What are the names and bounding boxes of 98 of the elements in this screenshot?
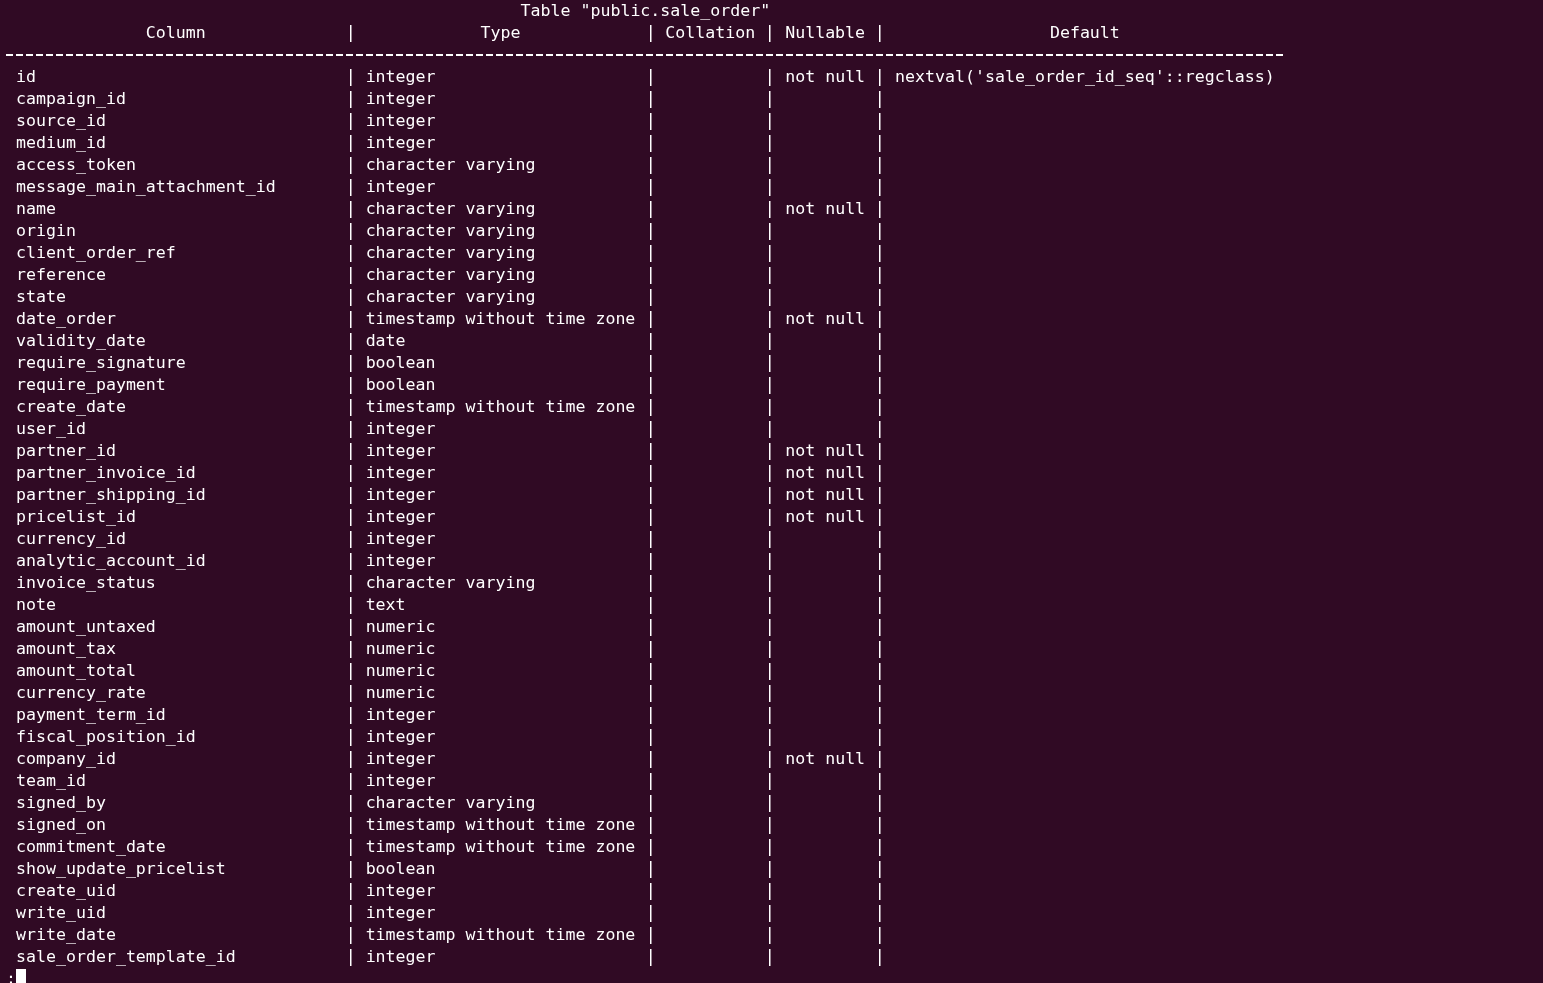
column-name: invoice_status [16,573,156,592]
data-type: timestamp without time zone [365,837,636,856]
column-name: write_date [16,925,116,944]
data-type: timestamp without time zone [365,815,636,834]
data-type: integer [365,529,436,548]
data-type: integer [365,903,436,922]
data-type: integer [365,705,436,724]
column-name: campaign_id [16,89,126,108]
data-type: integer [365,551,436,570]
data-type: timestamp without time zone [365,309,636,328]
column-name: note [16,595,56,614]
column-header: Type [480,23,521,42]
column-name: sale_order_template_id [16,947,236,966]
data-type: numeric [365,683,436,702]
data-type: date [365,331,406,350]
data-type: numeric [365,639,436,658]
data-type: boolean [365,353,436,372]
data-type: integer [365,111,436,130]
column-name: source_id [16,111,106,130]
column-name: date_order [16,309,116,328]
nullable-value: not null [785,441,866,460]
column-name: create_uid [16,881,116,900]
column-name: user_id [16,419,86,438]
data-type: integer [365,463,436,482]
data-type: numeric [365,617,436,636]
column-name: require_payment [16,375,166,394]
data-type: character varying [365,155,536,174]
nullable-value: not null [785,199,866,218]
column-name: write_uid [16,903,106,922]
column-name: partner_shipping_id [16,485,206,504]
data-type: integer [365,485,436,504]
column-name: require_signature [16,353,186,372]
data-type: integer [365,133,436,152]
column-name: show_update_pricelist [16,859,226,878]
nullable-value: not null [785,463,866,482]
data-type: integer [365,947,436,966]
table-title: Table "public.sale_order" [520,1,771,20]
column-name: analytic_account_id [16,551,206,570]
data-type: boolean [365,375,436,394]
data-type: character varying [365,573,536,592]
data-type: character varying [365,265,536,284]
data-type: numeric [365,661,436,680]
nullable-value: not null [785,67,866,86]
column-name: message_main_attachment_id [16,177,276,196]
column-name: origin [16,221,76,240]
column-header: Nullable [785,23,866,42]
column-name: partner_invoice_id [16,463,196,482]
nullable-value: not null [785,485,866,504]
column-name: company_id [16,749,116,768]
column-name: currency_id [16,529,126,548]
data-type: integer [365,771,436,790]
cursor [16,969,26,983]
data-type: character varying [365,221,536,240]
column-name: pricelist_id [16,507,136,526]
column-name: state [16,287,66,306]
column-name: medium_id [16,133,106,152]
data-type: integer [365,441,436,460]
column-name: amount_total [16,661,136,680]
data-type: integer [365,67,436,86]
column-name: reference [16,265,106,284]
data-type: integer [365,177,436,196]
column-name: commitment_date [16,837,166,856]
data-type: character varying [365,793,536,812]
data-type: character varying [365,287,536,306]
nullable-value: not null [785,309,866,328]
column-name: partner_id [16,441,116,460]
data-type: integer [365,419,436,438]
column-header: Collation [665,23,756,42]
column-header: Default [1049,23,1120,42]
column-name: payment_term_id [16,705,166,724]
column-name: id [16,67,36,86]
column-name: amount_tax [16,639,116,658]
column-name: create_date [16,397,126,416]
column-header: Column [145,23,206,42]
column-name: fiscal_position_id [16,727,196,746]
column-name: name [16,199,56,218]
column-name: validity_date [16,331,146,350]
data-type: integer [365,881,436,900]
data-type: character varying [365,199,536,218]
column-name: team_id [16,771,86,790]
column-name: currency_rate [16,683,146,702]
column-name: signed_on [16,815,106,834]
column-name: access_token [16,155,136,174]
data-type: text [365,595,406,614]
data-type: timestamp without time zone [365,925,636,944]
column-name: signed_by [16,793,106,812]
data-type: integer [365,749,436,768]
nullable-value: not null [785,749,866,768]
data-type: character varying [365,243,536,262]
data-type: integer [365,89,436,108]
default-value: nextval('sale_order_id_seq'::regclass) [895,67,1275,86]
data-type: integer [365,507,436,526]
data-type: integer [365,727,436,746]
data-type: timestamp without time zone [365,397,636,416]
data-type: boolean [365,859,436,878]
nullable-value: not null [785,507,866,526]
column-name: client_order_ref [16,243,176,262]
column-name: amount_untaxed [16,617,156,636]
